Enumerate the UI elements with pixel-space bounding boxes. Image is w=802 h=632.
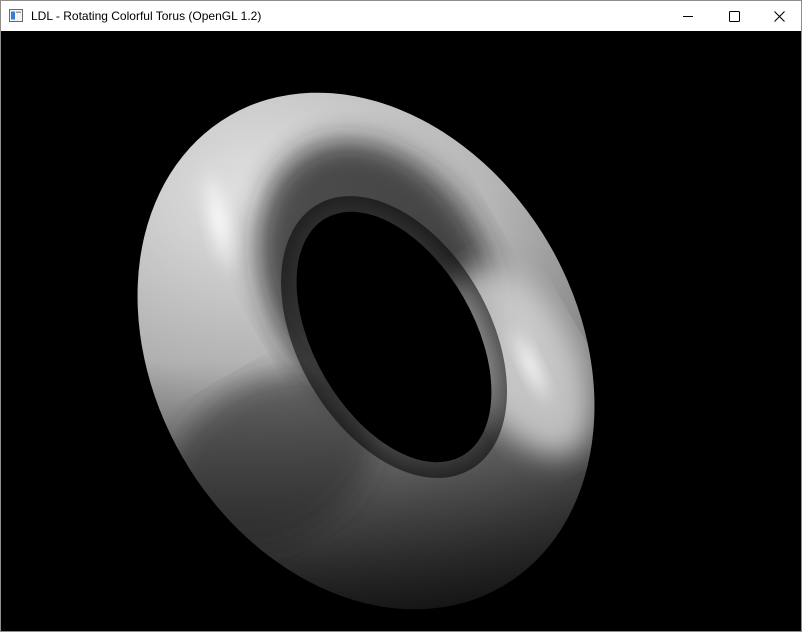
window-title: LDL - Rotating Colorful Torus (OpenGL 1.… [31,9,262,23]
opengl-viewport[interactable] [1,31,801,631]
maximize-icon [728,10,740,22]
torus-render [1,31,801,631]
maximize-button[interactable] [711,1,757,31]
app-window: LDL - Rotating Colorful Torus (OpenGL 1.… [0,0,802,632]
minimize-button[interactable] [665,1,711,31]
close-icon [773,10,785,22]
minimize-icon [683,11,693,21]
title-bar[interactable]: LDL - Rotating Colorful Torus (OpenGL 1.… [1,1,801,31]
app-window-icon [9,9,23,22]
close-button[interactable] [756,1,802,31]
